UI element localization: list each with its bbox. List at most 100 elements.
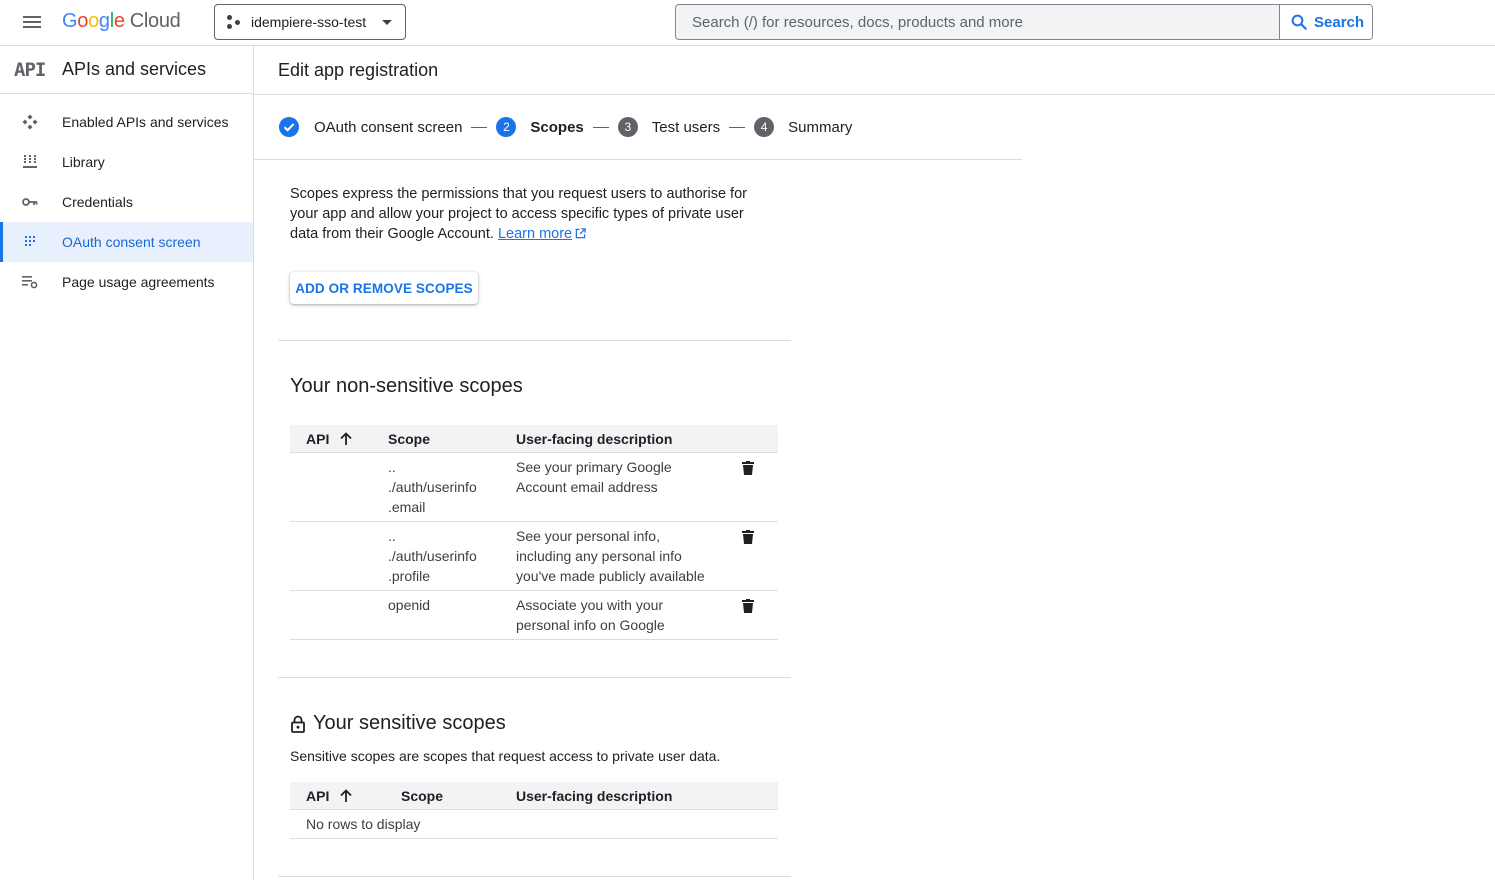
learn-more-label: Learn more — [497, 226, 573, 242]
delete-icon[interactable] — [742, 599, 754, 613]
scope-text: openid — [388, 597, 431, 613]
main-content: Edit app registration OAuth consent scre… — [254, 46, 1495, 880]
scope-cell: .. ./auth/userinfo .email — [388, 453, 516, 521]
delete-cell — [742, 453, 754, 521]
description-cell: See your primary Google Account email ad… — [516, 453, 742, 521]
page-header: Edit app registration — [254, 46, 1495, 95]
step-connector — [592, 126, 609, 128]
api-column-label: API — [306, 430, 330, 447]
sensitive-table: API Scope User-facing description No row… — [290, 782, 778, 839]
search-button[interactable]: Search — [1279, 5, 1372, 39]
table-row: .. ./auth/userinfo .profile See your per… — [290, 522, 778, 591]
agreements-icon — [0, 275, 62, 289]
step-summary[interactable]: 4 Summary — [754, 117, 852, 137]
sidebar-item-credentials[interactable]: Credentials — [0, 182, 253, 222]
sidebar-item-label: Library — [62, 154, 105, 170]
sensitive-title: Your sensitive scopes — [313, 712, 506, 734]
learn-more-link[interactable]: Learn more — [498, 226, 572, 242]
add-remove-scopes-button[interactable]: ADD OR REMOVE SCOPES — [290, 272, 478, 304]
step-label: Test users — [651, 118, 721, 136]
sidebar-title: APIs and services — [62, 59, 207, 79]
non-sensitive-table: API Scope User-facing description .. ./a… — [290, 425, 778, 640]
description-text: you've made publicly available — [516, 568, 705, 584]
sidebar-nav: Enabled APIs and services Library Creden… — [0, 102, 253, 302]
delete-icon[interactable] — [742, 530, 754, 544]
sidebar-item-library[interactable]: Library — [0, 142, 253, 182]
sidebar-item-label: Page usage agreements — [62, 274, 215, 290]
project-selector[interactable]: idempiere-sso-test — [214, 4, 406, 40]
description-column-header: User-facing description — [516, 787, 673, 804]
search-input[interactable] — [676, 5, 1279, 39]
menu-icon[interactable] — [20, 13, 44, 33]
step-oauth-consent[interactable]: OAuth consent screen — [278, 116, 462, 138]
api-column-header[interactable]: API — [290, 788, 401, 804]
table-row: openid Associate you with your personal … — [290, 591, 778, 640]
scope-text: ./auth/userinfo — [388, 479, 477, 495]
api-cell — [290, 522, 388, 590]
scope-cell: openid — [388, 591, 516, 639]
description-cell: Associate you with your personal info on… — [516, 591, 742, 639]
search-icon — [1291, 14, 1307, 30]
description-text: Associate you with your — [516, 597, 664, 613]
delete-icon[interactable] — [742, 461, 754, 475]
divider — [278, 876, 791, 877]
search-button-label: Search — [1314, 13, 1365, 31]
library-icon — [0, 155, 62, 169]
scope-text: .. — [388, 528, 396, 544]
delete-cell — [742, 522, 754, 590]
sort-arrow-up-icon — [340, 788, 352, 802]
page-title: Edit app registration — [278, 59, 439, 80]
sidebar-item-page-usage[interactable]: Page usage agreements — [0, 262, 253, 302]
description-cell: See your personal info, including any pe… — [516, 522, 742, 590]
non-sensitive-title: Your non-sensitive scopes — [290, 375, 523, 397]
google-cloud-logo[interactable]: Google Cloud — [62, 10, 181, 36]
logo-cloud: Cloud — [129, 10, 181, 32]
step-test-users[interactable]: 3 Test users — [617, 117, 721, 137]
step-connector — [471, 126, 488, 128]
logo-google: Google — [62, 10, 125, 32]
description-text: Account email address — [516, 479, 658, 495]
consent-icon — [0, 235, 62, 249]
scope-text: .profile — [388, 568, 431, 584]
description-text: including any personal info — [516, 548, 682, 564]
description-text: See your personal info, — [516, 528, 660, 544]
open-in-new-icon — [575, 228, 586, 239]
lock-icon — [291, 715, 305, 733]
sidebar-item-label: OAuth consent screen — [62, 234, 201, 250]
stepper: OAuth consent screen 2 Scopes 3 Test use… — [278, 114, 852, 140]
step-number: 4 — [754, 117, 775, 137]
api-cell — [290, 591, 388, 639]
description-text: personal info on Google — [516, 617, 665, 633]
check-circle-icon — [279, 117, 299, 137]
empty-table-message: No rows to display — [290, 810, 778, 839]
api-column-header[interactable]: API — [290, 431, 388, 447]
step-number: 3 — [617, 117, 638, 137]
description-column-header: User-facing description — [516, 430, 673, 447]
delete-cell — [742, 591, 754, 639]
sidebar-item-enabled-apis[interactable]: Enabled APIs and services — [0, 102, 253, 142]
step-scopes[interactable]: 2 Scopes — [496, 117, 584, 137]
sort-arrow-up-icon — [340, 431, 352, 445]
sidebar-item-oauth-consent[interactable]: OAuth consent screen — [0, 222, 253, 262]
enabled-apis-icon — [0, 114, 62, 130]
project-name: idempiere-sso-test — [251, 14, 367, 30]
api-cell — [290, 453, 388, 521]
description-text: See your primary Google — [516, 459, 672, 475]
top-bar: Google Cloud idempiere-sso-test Search — [0, 0, 1495, 46]
divider — [278, 340, 791, 341]
scope-text: ./auth/userinfo — [388, 548, 477, 564]
step-label: Summary — [788, 118, 853, 136]
sidebar-item-label: Enabled APIs and services — [62, 114, 229, 130]
project-icon — [227, 15, 241, 29]
table-header: API Scope User-facing description — [290, 425, 778, 453]
scope-text: .. — [388, 459, 396, 475]
table-row: .. ./auth/userinfo .email See your prima… — [290, 453, 778, 522]
step-label: OAuth consent screen — [314, 118, 463, 136]
search-bar: Search — [675, 4, 1373, 40]
step-connector — [729, 126, 746, 128]
step-number: 2 — [496, 117, 517, 137]
sidebar-item-label: Credentials — [62, 194, 133, 210]
sensitive-title-row: Your sensitive scopes — [290, 712, 506, 735]
sidebar-header: API APIs and services — [0, 46, 253, 94]
step-label: Scopes — [530, 118, 584, 136]
